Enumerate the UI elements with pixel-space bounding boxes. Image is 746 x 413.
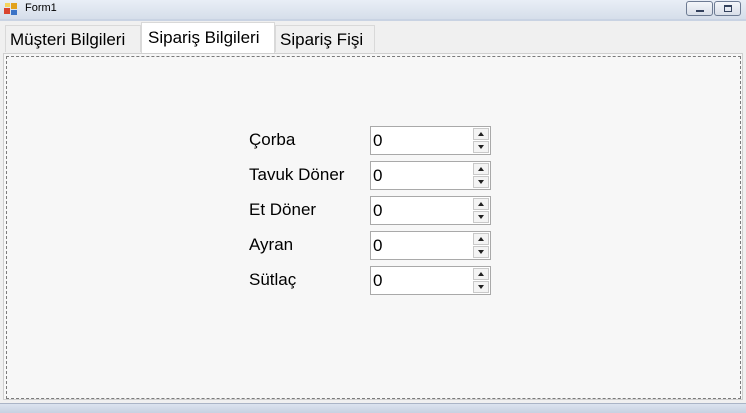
corba-quantity-stepper[interactable] — [370, 126, 491, 155]
label-sutlac: Sütlaç — [249, 270, 297, 289]
chevron-up-icon — [478, 167, 484, 171]
chevron-down-icon — [478, 145, 484, 149]
tavuk-doner-quantity-input[interactable] — [373, 164, 471, 187]
winforms-app-icon — [4, 3, 17, 15]
title-bar[interactable]: Form1 — [0, 0, 746, 20]
chevron-up-icon — [478, 237, 484, 241]
label-ayran: Ayran — [249, 235, 294, 254]
label-et-doner: Et Döner — [249, 200, 317, 219]
corba-decrement-button[interactable] — [473, 141, 489, 153]
tab-siparis-fisi[interactable]: Sipariş Fişi — [275, 25, 375, 52]
tavuk-doner-quantity-stepper[interactable] — [370, 161, 491, 190]
tavuk-doner-decrement-button[interactable] — [473, 176, 489, 188]
label-tavuk-doner: Tavuk Döner — [249, 165, 345, 184]
chevron-up-icon — [478, 132, 484, 136]
maximize-icon — [724, 5, 732, 12]
label-corba: Çorba — [249, 130, 296, 149]
tavuk-doner-increment-button[interactable] — [473, 163, 489, 175]
sutlac-increment-button[interactable] — [473, 268, 489, 280]
chevron-down-icon — [478, 180, 484, 184]
ayran-quantity-input[interactable] — [373, 234, 471, 257]
et-doner-decrement-button[interactable] — [473, 211, 489, 223]
et-doner-quantity-input[interactable] — [373, 199, 471, 222]
corba-increment-button[interactable] — [473, 128, 489, 140]
minimize-icon — [696, 10, 704, 12]
chevron-down-icon — [478, 215, 484, 219]
focus-rectangle — [6, 56, 741, 399]
chevron-up-icon — [478, 202, 484, 206]
sutlac-decrement-button[interactable] — [473, 281, 489, 293]
tab-strip: Müşteri Bilgileri Sipariş Fişi Sipariş B… — [0, 21, 746, 54]
corba-quantity-input[interactable] — [373, 129, 471, 152]
maximize-button[interactable] — [714, 1, 741, 16]
ayran-increment-button[interactable] — [473, 233, 489, 245]
sutlac-quantity-input[interactable] — [373, 269, 471, 292]
ayran-decrement-button[interactable] — [473, 246, 489, 258]
chevron-up-icon — [478, 272, 484, 276]
minimize-button[interactable] — [686, 1, 713, 16]
sutlac-quantity-stepper[interactable] — [370, 266, 491, 295]
tab-musteri-bilgileri[interactable]: Müşteri Bilgileri — [5, 25, 141, 52]
chevron-down-icon — [478, 285, 484, 289]
window-title: Form1 — [25, 2, 57, 14]
et-doner-quantity-stepper[interactable] — [370, 196, 491, 225]
ayran-quantity-stepper[interactable] — [370, 231, 491, 260]
chevron-down-icon — [478, 250, 484, 254]
tab-siparis-bilgileri[interactable]: Sipariş Bilgileri — [141, 22, 275, 54]
et-doner-increment-button[interactable] — [473, 198, 489, 210]
